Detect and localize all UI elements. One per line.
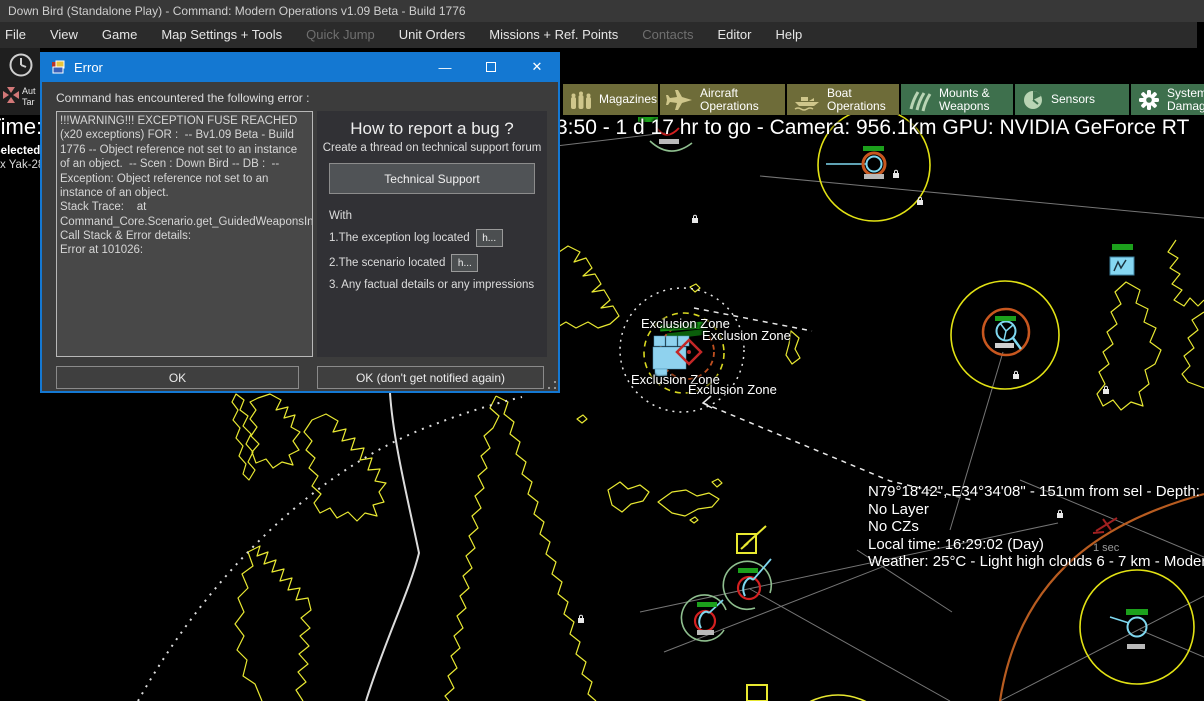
unit-symbol-surface-box[interactable]: [1109, 244, 1135, 276]
menu-quick-jump[interactable]: Quick Jump: [294, 22, 387, 48]
mounts-weapons-icon: [907, 88, 933, 112]
boat-icon: [793, 89, 821, 111]
close-button[interactable]: ✕: [514, 52, 560, 82]
toolbar-button-sensors[interactable]: Sensors: [1015, 84, 1129, 115]
exclusion-zone-label: Exclusion Zone: [688, 382, 777, 397]
maximize-button[interactable]: [468, 52, 514, 82]
error-message-label: Command has encountered the following er…: [56, 91, 310, 105]
cursor-weather: Weather: 25°C - Light high clouds 6 - 7 …: [868, 553, 1204, 570]
window-title: Down Bird (Standalone Play) - Command: M…: [8, 4, 466, 18]
menu-contacts[interactable]: Contacts: [630, 22, 705, 48]
app-window: 3:50 - 1 d 17 hr to go - Camera: 956.1km…: [0, 0, 1204, 701]
auto-target-icon[interactable]: [1, 84, 21, 108]
cursor-coords: N79°18'42", E34°34'08" - 151nm from sel …: [868, 483, 1204, 500]
cursor-layer: No Layer: [868, 500, 929, 518]
map-boundary-line: [365, 392, 421, 701]
menu-unit-orders[interactable]: Unit Orders: [387, 22, 477, 48]
resize-grip[interactable]: [548, 381, 556, 389]
report-item-3: 3. Any factual details or any impression…: [329, 279, 535, 291]
auto-target-label-1: Aut: [22, 86, 36, 96]
range-arc-dotted: [137, 396, 523, 701]
error-dialog-titlebar[interactable]: Error — ✕: [40, 52, 560, 82]
error-dialog: Error — ✕ Command has encountered the fo…: [40, 52, 560, 393]
menu-map-settings-tools[interactable]: Map Settings + Tools: [149, 22, 294, 48]
clock-icon[interactable]: [4, 50, 38, 80]
exception-log-link-button[interactable]: h...: [475, 229, 503, 247]
unit-symbol-ship-southeast[interactable]: [1079, 569, 1195, 685]
menu-view[interactable]: View: [38, 22, 90, 48]
unit-symbol-aircraft-hostile-1[interactable]: [722, 558, 773, 611]
app-form-icon: [50, 59, 66, 75]
ok-button[interactable]: OK: [56, 366, 299, 389]
time-label: Time:: [0, 114, 43, 139]
sensors-icon: [1021, 89, 1045, 111]
magazines-icon: [569, 89, 593, 111]
system-damage-icon: [1137, 88, 1161, 112]
sim-status-line: 3:50 - 1 d 17 hr to go - Camera: 956.1km…: [556, 116, 1190, 139]
unit-toolbar: Magazines Aircraft Operations Boat Operati…: [563, 84, 1204, 115]
cursor-local-time: Local time: 16:29:02 (Day): [868, 535, 1044, 553]
ok-silent-button[interactable]: OK (don't get notified again): [317, 366, 544, 389]
scenario-link-button[interactable]: h...: [451, 254, 479, 272]
cursor-info-block: N79°18'42", E34°34'08" - 151nm from sel …: [868, 483, 1204, 571]
unit-symbol-contact-east[interactable]: [950, 280, 1060, 390]
menu-game[interactable]: Game: [90, 22, 149, 48]
auto-target-label-2: Tar: [22, 97, 35, 107]
menu-editor[interactable]: Editor: [706, 22, 764, 48]
toolbar-button-aircraft-operations[interactable]: Aircraft Operations: [660, 84, 785, 115]
report-with-label: With: [329, 210, 352, 222]
bug-report-panel: How to report a bug ? Create a thread on…: [317, 111, 547, 357]
toolbar-button-boat-operations[interactable]: Boat Operations: [787, 84, 899, 115]
airfield-buildings: [652, 335, 690, 377]
exclusion-zone-label: Exclusion Zone: [702, 328, 791, 343]
left-toolbar-strip: Aut Tar: [0, 48, 40, 115]
error-text-box[interactable]: !!!WARNING!!! EXCEPTION FUSE REACHED (x2…: [56, 111, 313, 357]
minimize-button[interactable]: —: [422, 52, 468, 82]
menu-missions-ref-points[interactable]: Missions + Ref. Points: [477, 22, 630, 48]
toolbar-button-system-damage[interactable]: SystemDamage: [1131, 84, 1204, 115]
toolbar-button-magazines[interactable]: Magazines: [563, 84, 658, 115]
toolbar-button-mounts-weapons[interactable]: Mounts & Weapons: [901, 84, 1013, 115]
report-item-1: 1.The exception log located: [329, 232, 470, 244]
unit-symbol-aircraft-hostile-2[interactable]: [680, 594, 727, 642]
technical-support-button[interactable]: Technical Support: [329, 163, 535, 194]
aircraft-icon: [666, 88, 694, 112]
datalink-lines: [555, 132, 1204, 701]
menu-help[interactable]: Help: [763, 22, 814, 48]
range-ring-bottom: [809, 694, 867, 701]
menubar: File View Game Map Settings + Tools Quic…: [0, 22, 1197, 48]
time-compression-label: 1 sec: [1093, 542, 1120, 554]
selected-unit-label: x Yak-28: [0, 159, 45, 171]
menu-file[interactable]: File: [0, 22, 38, 48]
error-dialog-title: Error: [74, 59, 103, 75]
window-titlebar: Down Bird (Standalone Play) - Command: M…: [0, 0, 1204, 22]
report-heading: How to report a bug ?: [350, 119, 514, 138]
report-item-2: 2.The scenario located: [329, 257, 446, 269]
cursor-czs: No CZs: [868, 518, 919, 535]
report-subheading: Create a thread on technical support for…: [322, 142, 542, 154]
selected-label: Selected:: [0, 145, 45, 157]
